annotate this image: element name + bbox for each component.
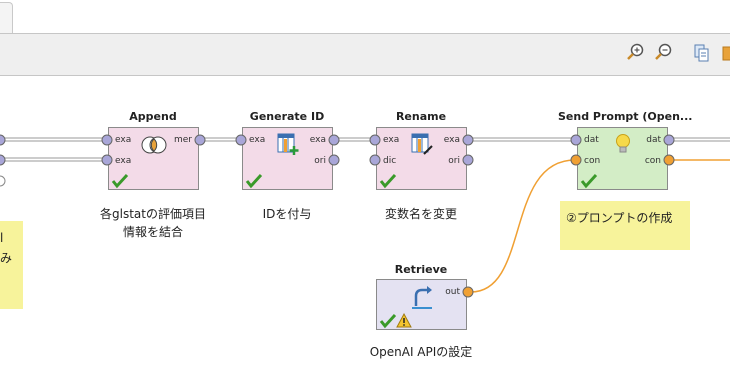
note-prompt[interactable]: ②プロンプトの作成 (560, 201, 690, 250)
send-prompt-port-out-1[interactable] (663, 134, 675, 146)
send-prompt-port-in-1[interactable] (570, 134, 582, 146)
generate-id-caption: IDを付与 (262, 207, 312, 221)
append-caption: 各glstatの評価項目 情報を結合 (88, 205, 218, 241)
append-caption-line-2: 情報を結合 (122, 225, 183, 239)
note-prompt-text: ②プロンプトの作成 (566, 211, 673, 225)
retrieve-caption: OpenAI APIの設定 (369, 345, 473, 359)
note-left-line-1: l (0, 231, 4, 245)
append-caption-line-1: 各glstatの評価項目 (100, 207, 206, 221)
rename-caption: 変数名を変更 (384, 207, 457, 221)
warning-icon (396, 312, 412, 328)
retrieve-port-out[interactable] (462, 286, 474, 298)
send-prompt-port-in-2[interactable] (570, 154, 582, 166)
note-left[interactable]: l み (0, 221, 23, 309)
send-prompt-ports (570, 134, 675, 166)
retrieve-ports (462, 286, 474, 298)
check-icon (379, 313, 397, 329)
note-left-line-2: み (0, 251, 13, 265)
send-prompt-port-out-2[interactable] (663, 154, 675, 166)
